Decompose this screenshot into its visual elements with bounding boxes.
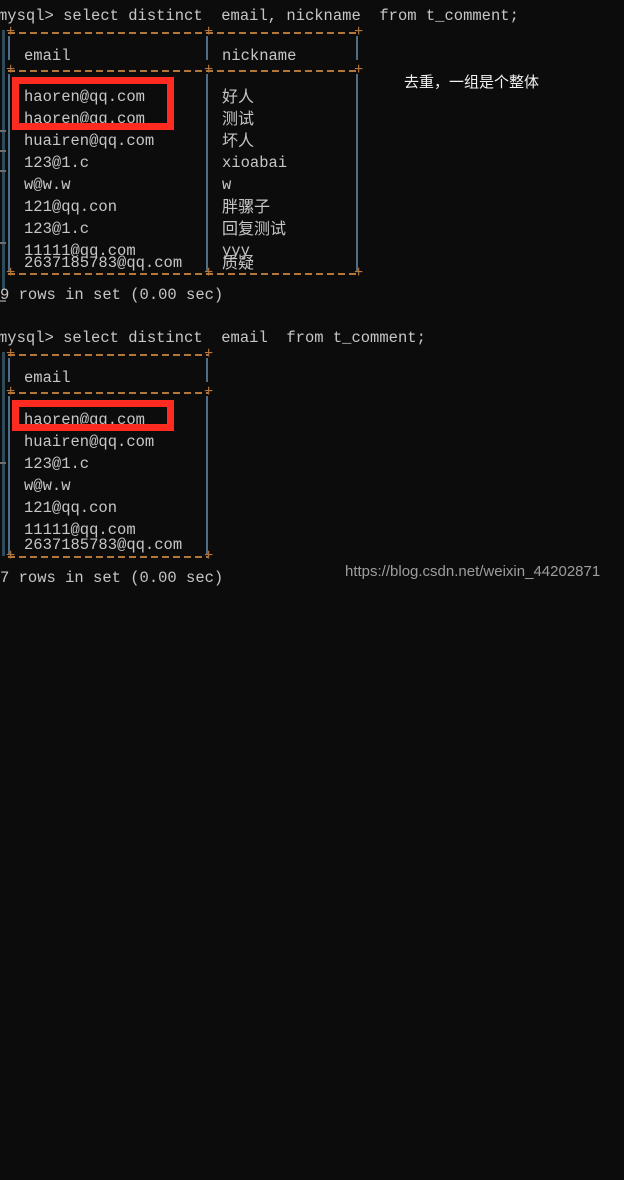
table-1-header-vbar-right: [356, 36, 358, 60]
watermark-url: https://blog.csdn.net/weixin_44202871: [345, 563, 601, 580]
table-1-body-vbar-mid: [206, 74, 208, 272]
annotation-note: 去重，一组是个整体: [404, 73, 540, 91]
table-row: xioabai: [222, 154, 288, 172]
table-1-header-email: email: [24, 47, 71, 65]
table-2-body-vbar-left: [8, 396, 10, 554]
table-2-header-email: email: [24, 369, 71, 387]
table-row: 质疑: [222, 253, 255, 272]
table-2-header-vbar-right: [206, 358, 208, 382]
table-1-header-nickname: nickname: [222, 47, 297, 65]
terminal-window: mysql> select distinct email, nickname f…: [0, 0, 624, 590]
table-2-top-rule: [8, 354, 208, 356]
query-2-status: 7 rows in set (0.00 sec): [0, 569, 224, 587]
table-1-body-vbar-left: [8, 74, 10, 272]
table-1-corner-br: +: [354, 264, 364, 282]
table-row: 坏人: [222, 131, 255, 150]
table-2-bottom-rule: [8, 556, 208, 558]
query-1-status: 9 rows in set (0.00 sec): [0, 286, 224, 304]
table-1-header-vbar-mid: [206, 36, 208, 60]
table-row: 2637185783@qq.com: [24, 536, 183, 554]
table-2-body-vbar-right: [206, 396, 208, 554]
table-1-corner-bl: +: [6, 264, 16, 282]
table-2-header-rule: [8, 392, 208, 394]
table-1-header-rule: [8, 70, 358, 72]
table-1-top-rule: [8, 32, 358, 34]
table-row: 回复测试: [222, 219, 287, 238]
table-1-corner-bm: +: [204, 264, 214, 282]
query-1-prompt: mysql> select distinct email, nickname f…: [0, 7, 519, 25]
table-2-corner-bl: +: [6, 547, 16, 565]
table-1-body-vbar-right: [356, 74, 358, 272]
table-1-bottom-rule: [8, 273, 358, 275]
table-1-header-vbar-left: [8, 36, 10, 60]
table-2-corner-br: +: [204, 547, 214, 565]
table-2-header-vbar-left: [8, 358, 10, 382]
